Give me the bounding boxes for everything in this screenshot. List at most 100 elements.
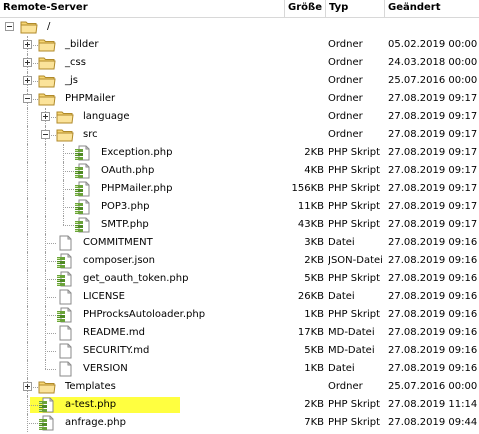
item-date: 25.07.2016 00:00 — [388, 381, 478, 392]
file-row[interactable]: OAuth.php 4KB PHP Skript 27.08.2019 09:17 — [0, 162, 479, 180]
item-type: PHP Skript — [328, 165, 381, 176]
item-name[interactable]: composer.json — [83, 252, 155, 270]
collapse-icon[interactable] — [41, 130, 50, 139]
column-changed[interactable]: Geändert — [385, 0, 479, 17]
item-name[interactable]: README.md — [83, 324, 145, 342]
tree-line — [45, 180, 46, 198]
folder-row[interactable]: PHPMailer Ordner 27.08.2019 09:17 — [0, 90, 479, 108]
expand-icon[interactable] — [41, 112, 50, 121]
collapse-icon[interactable] — [23, 94, 32, 103]
item-type: Ordner — [328, 57, 363, 68]
folder-row[interactable]: _js Ordner 25.07.2016 00:00 — [0, 72, 479, 90]
tree-line — [63, 216, 64, 225]
folder-row[interactable]: Templates Ordner 25.07.2016 00:00 — [0, 378, 479, 396]
item-size: 5KB — [304, 273, 324, 284]
item-name[interactable]: OAuth.php — [101, 162, 154, 180]
file-row[interactable]: SMTP.php 43KB PHP Skript 27.08.2019 09:17 — [0, 216, 479, 234]
item-size: 11KB — [297, 201, 324, 212]
item-date: 24.03.2018 00:00 — [388, 57, 478, 68]
item-name[interactable]: LICENSE — [83, 288, 125, 306]
file-row[interactable]: anfrage.php 7KB PHP Skript 27.08.2019 09:44 — [0, 414, 479, 432]
item-name[interactable]: Exception.php — [101, 144, 172, 162]
file-row[interactable]: composer.json 2KB JSON-Datei 27.08.2019 09:… — [0, 252, 479, 270]
file-row[interactable]: get_oauth_token.php 5KB PHP Skript 27.08.20… — [0, 270, 479, 288]
item-name[interactable]: _css — [65, 54, 86, 72]
tree-line — [45, 162, 46, 180]
tree-line — [27, 162, 28, 180]
item-type: PHP Skript — [328, 399, 381, 410]
tree-line — [27, 216, 28, 234]
column-type[interactable]: Typ — [326, 0, 385, 17]
item-name[interactable]: get_oauth_token.php — [83, 270, 188, 288]
folder-row[interactable]: language Ordner 27.08.2019 09:17 — [0, 108, 479, 126]
item-size: 5KB — [304, 345, 324, 356]
column-remote-server[interactable]: Remote-Server — [0, 0, 285, 17]
item-type: Ordner — [328, 111, 363, 122]
file-row[interactable]: README.md 17KB MD-Datei 27.08.2019 09:16 — [0, 324, 479, 342]
item-date: 27.08.2019 09:17 — [388, 147, 478, 158]
file-row[interactable]: SECURITY.md 5KB MD-Datei 27.08.2019 09:16 — [0, 342, 479, 360]
item-name[interactable]: PHProcksAutoloader.php — [83, 306, 205, 324]
tree-line — [27, 198, 28, 216]
expand-icon[interactable] — [23, 382, 32, 391]
collapse-icon[interactable] — [5, 22, 14, 31]
item-date: 05.02.2019 00:00 — [388, 39, 478, 50]
tree-line — [45, 261, 56, 262]
tree-line — [63, 171, 74, 172]
item-name[interactable]: language — [83, 108, 130, 126]
tree-line — [63, 207, 74, 208]
file-row[interactable]: Exception.php 2KB PHP Skript 27.08.2019 09:… — [0, 144, 479, 162]
item-date: 27.08.2019 09:16 — [388, 237, 478, 248]
folder-row[interactable]: / — [0, 18, 479, 36]
folder-icon — [38, 73, 56, 89]
item-name[interactable]: VERSION — [83, 360, 128, 378]
tree-line — [27, 288, 28, 306]
item-type: PHP Skript — [328, 417, 381, 428]
item-name[interactable]: SECURITY.md — [83, 342, 149, 360]
tree-line — [27, 270, 28, 288]
folder-row[interactable]: _css Ordner 24.03.2018 00:00 — [0, 54, 479, 72]
item-type: PHP Skript — [328, 147, 381, 158]
item-name[interactable]: SMTP.php — [101, 216, 149, 234]
expand-icon[interactable] — [23, 58, 32, 67]
tree-line — [45, 279, 56, 280]
item-name[interactable]: _bilder — [65, 36, 99, 54]
column-size[interactable]: Größe — [285, 0, 326, 17]
item-name[interactable]: PHPMailer.php — [101, 180, 172, 198]
item-name[interactable]: POP3.php — [101, 198, 150, 216]
folder-icon — [56, 109, 74, 125]
tree-line — [45, 369, 56, 370]
item-name[interactable]: anfrage.php — [65, 414, 126, 432]
item-date: 27.08.2019 09:16 — [388, 327, 478, 338]
remote-file-tree[interactable]: / _bilder Ordner 05.02.2019 00:00 _css Ordn… — [0, 18, 479, 432]
file-row[interactable]: PHProcksAutoloader.php 1KB PHP Skript 27.08… — [0, 306, 479, 324]
file-row[interactable]: VERSION 1KB Datei 27.08.2019 09:16 — [0, 360, 479, 378]
item-name[interactable]: src — [83, 126, 98, 144]
item-type: Datei — [328, 237, 355, 248]
folder-icon — [38, 37, 56, 53]
tree-line — [27, 306, 28, 324]
file-row[interactable]: LICENSE 26KB Datei 27.08.2019 09:16 — [0, 288, 479, 306]
item-name[interactable]: PHPMailer — [65, 90, 115, 108]
folder-row[interactable]: _bilder Ordner 05.02.2019 00:00 — [0, 36, 479, 54]
tree-line — [27, 405, 38, 406]
item-name[interactable]: COMMITMENT — [83, 234, 153, 252]
folder-icon — [38, 91, 56, 107]
php-file-icon — [74, 163, 92, 179]
item-date: 27.08.2019 09:16 — [388, 345, 478, 356]
file-row[interactable]: PHPMailer.php 156KB PHP Skript 27.08.2019 0… — [0, 180, 479, 198]
item-name[interactable]: a-test.php — [65, 396, 116, 414]
file-row[interactable]: COMMITMENT 3KB Datei 27.08.2019 09:16 — [0, 234, 479, 252]
expand-icon[interactable] — [23, 76, 32, 85]
tree-line — [45, 216, 46, 234]
item-size: 7KB — [304, 417, 324, 428]
expand-icon[interactable] — [23, 40, 32, 49]
file-row[interactable]: POP3.php 11KB PHP Skript 27.08.2019 09:17 — [0, 198, 479, 216]
item-date: 27.08.2019 09:16 — [388, 255, 478, 266]
file-row[interactable]: a-test.php 2KB PHP Skript 27.08.2019 11:14 — [0, 396, 479, 414]
item-name[interactable]: Templates — [65, 378, 116, 396]
item-type: Datei — [328, 363, 355, 374]
item-name[interactable]: _js — [65, 72, 78, 90]
folder-row[interactable]: src Ordner 27.08.2019 09:17 — [0, 126, 479, 144]
item-name[interactable]: / — [47, 18, 50, 36]
